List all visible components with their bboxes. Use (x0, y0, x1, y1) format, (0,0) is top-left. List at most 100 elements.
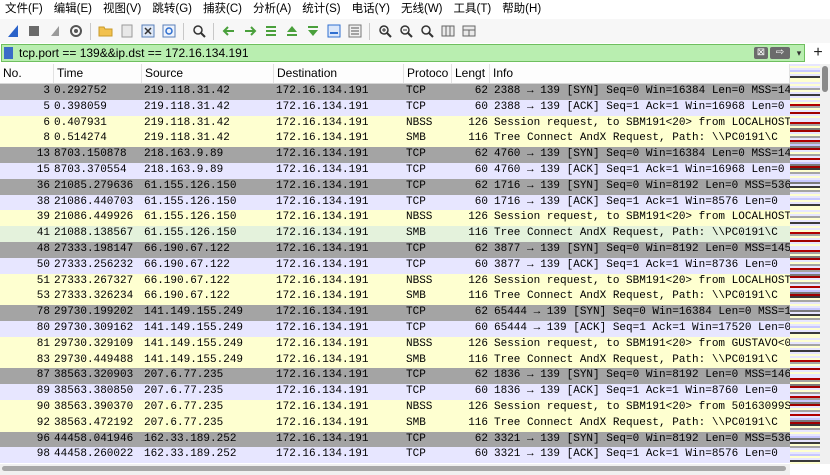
shark-fin-start-icon[interactable] (4, 23, 21, 40)
packet-length: 116 (468, 353, 488, 366)
menu-item[interactable]: 电话(Y) (347, 0, 396, 19)
packet-row[interactable]: 78 29730.199202 141.149.155.249 172.16.134.… (0, 305, 790, 321)
resize-columns-icon[interactable] (439, 23, 456, 40)
column-protocol[interactable]: Protoco (404, 64, 452, 83)
restart-icon[interactable] (46, 23, 63, 40)
packet-minimap[interactable] (790, 64, 820, 464)
packet-info: Tree Connect AndX Request, Path: \\PC019… (494, 416, 778, 429)
packet-info: 3877 → 139 [SYN] Seq=0 Win=8192 Len=0 MS… (494, 242, 790, 255)
packet-no: 48 (36, 242, 50, 255)
add-filter-button[interactable]: + (810, 43, 826, 63)
zoom-normal-icon[interactable] (418, 23, 435, 40)
packet-row[interactable]: 3 0.292752 219.118.31.42 172.16.134.191 TCP 6… (0, 84, 790, 100)
packet-info: Tree Connect AndX Request, Path: \\PC019… (494, 132, 778, 145)
horizontal-scroll-thumb[interactable] (2, 466, 786, 471)
packet-row[interactable]: 81 29730.329109 141.149.155.249 172.16.134.… (0, 336, 790, 353)
last-packet-icon[interactable] (304, 23, 321, 40)
column-length[interactable]: Lengt (452, 64, 490, 83)
packet-destination: 172.16.134.191 (276, 258, 369, 271)
packet-row[interactable]: 90 38563.390370 207.6.77.235 172.16.134.191… (0, 399, 790, 416)
column-info[interactable]: Info (490, 64, 790, 83)
packet-info: 65444 → 139 [ACK] Seq=1 Ack=1 Win=17520 … (494, 321, 790, 334)
autoscroll-icon[interactable] (325, 23, 342, 40)
filter-bookmark-icon[interactable] (4, 47, 13, 59)
apply-filter-button[interactable]: ⇨ (770, 47, 790, 59)
packet-length: 62 (474, 432, 488, 445)
go-to-packet-icon[interactable] (262, 23, 279, 40)
menu-item[interactable]: 无线(W) (396, 0, 449, 19)
packet-row[interactable]: 96 44458.041946 162.33.189.252 172.16.134.1… (0, 431, 790, 448)
packet-info: 3321 → 139 [SYN] Seq=0 Win=8192 Len=0 MS… (494, 432, 790, 445)
packet-info: 1716 → 139 [SYN] Seq=0 Win=8192 Len=0 MS… (494, 179, 790, 192)
packet-no: 53 (36, 290, 50, 303)
packet-no: 92 (36, 416, 50, 429)
packet-no: 96 (36, 432, 50, 445)
packet-time: 0.514274 (54, 132, 107, 145)
packet-info: Tree Connect AndX Request, Path: \\PC019… (494, 290, 778, 303)
packet-row[interactable]: 83 29730.449488 141.149.155.249 172.16.134.… (0, 352, 790, 369)
packet-row[interactable]: 87 38563.320903 207.6.77.235 172.16.134.191… (0, 368, 790, 385)
packet-row[interactable]: 89 38563.380850 207.6.77.235 172.16.134.191… (0, 384, 790, 400)
reload-icon[interactable] (160, 23, 177, 40)
menu-item[interactable]: 捕获(C) (198, 0, 248, 19)
packet-row[interactable]: 36 21085.279636 61.155.126.150 172.16.134.1… (0, 178, 790, 195)
menu-item[interactable]: 帮助(H) (497, 0, 547, 19)
colorize-icon[interactable] (346, 23, 363, 40)
column-destination[interactable]: Destination (274, 64, 404, 83)
column-source[interactable]: Source (142, 64, 274, 83)
vertical-scroll-thumb[interactable] (822, 66, 828, 92)
packet-no: 5 (43, 100, 50, 113)
open-folder-icon[interactable] (97, 23, 114, 40)
column-time[interactable]: Time (54, 64, 142, 83)
packet-row[interactable]: 41 21088.138567 61.155.126.150 172.16.134.1… (0, 226, 790, 242)
packet-row[interactable]: 38 21086.440703 61.155.126.150 172.16.134.1… (0, 194, 790, 211)
menu-item[interactable]: 文件(F) (0, 0, 49, 19)
menu-item[interactable]: 跳转(G) (147, 0, 198, 19)
layout-icon[interactable] (460, 23, 477, 40)
packet-source: 141.149.155.249 (144, 353, 244, 366)
forward-arrow-icon[interactable] (241, 23, 258, 40)
packet-row[interactable]: 53 27333.326234 66.190.67.122 172.16.134.19… (0, 289, 790, 306)
display-filter-input[interactable]: tcp.port == 139&&ip.dst == 172.16.134.19… (1, 44, 805, 62)
zoom-out-icon[interactable] (397, 23, 414, 40)
packet-time: 38563.390370 (54, 400, 134, 413)
packet-protocol: NBSS (406, 274, 433, 287)
packet-row[interactable]: 5 0.398059 219.118.31.42 172.16.134.191 TCP 6… (0, 99, 790, 116)
filter-history-dropdown[interactable]: ▾ (794, 47, 804, 59)
packet-row[interactable]: 8 0.514274 219.118.31.42 172.16.134.191 SMB 1… (0, 131, 790, 148)
packet-row[interactable]: 6 0.407931 219.118.31.42 172.16.134.191 NBSS… (0, 115, 790, 132)
menu-item[interactable]: 工具(T) (449, 0, 498, 19)
packet-row[interactable]: 80 29730.309162 141.149.155.249 172.16.134.… (0, 320, 790, 337)
zoom-in-icon[interactable] (376, 23, 393, 40)
stop-icon[interactable] (25, 23, 42, 40)
packet-protocol: TCP (406, 100, 426, 113)
packet-row[interactable]: 98 44458.260022 162.33.189.252 172.16.134.1… (0, 447, 790, 464)
packet-row[interactable]: 13 8703.150878 218.163.9.89 172.16.134.191 T… (0, 147, 790, 163)
column-no[interactable]: No. (0, 64, 54, 83)
filter-text[interactable]: tcp.port == 139&&ip.dst == 172.16.134.19… (19, 45, 249, 61)
clear-filter-button[interactable]: ⊠ (754, 47, 768, 59)
menu-item[interactable]: 视图(V) (98, 0, 147, 19)
packet-protocol: TCP (406, 432, 426, 445)
packet-row[interactable]: 48 27333.198147 66.190.67.122 172.16.134.19… (0, 241, 790, 258)
toolbar-separator (90, 22, 91, 40)
packet-row[interactable]: 39 21086.449926 61.155.126.150 172.16.134.1… (0, 210, 790, 227)
packet-protocol: SMB (406, 416, 426, 429)
save-file-icon[interactable] (118, 23, 135, 40)
options-gear-icon[interactable] (67, 23, 84, 40)
packet-row[interactable]: 50 27333.256232 66.190.67.122 172.16.134.19… (0, 257, 790, 274)
menu-item[interactable]: 编辑(E) (49, 0, 98, 19)
first-packet-icon[interactable] (283, 23, 300, 40)
menu-item[interactable]: 统计(S) (297, 0, 346, 19)
packet-source: 162.33.189.252 (144, 432, 237, 445)
packet-row[interactable]: 51 27333.267327 66.190.67.122 172.16.134.19… (0, 273, 790, 290)
packet-row[interactable]: 92 38563.472192 207.6.77.235 172.16.134.191… (0, 415, 790, 432)
packet-info: 1836 → 139 [ACK] Seq=1 Ack=1 Win=8760 Le… (494, 385, 778, 398)
close-file-icon[interactable] (139, 23, 156, 40)
find-icon[interactable] (190, 23, 207, 40)
packet-destination: 172.16.134.191 (276, 400, 369, 413)
menu-item[interactable]: 分析(A) (248, 0, 297, 19)
packet-destination: 172.16.134.191 (276, 211, 369, 224)
back-arrow-icon[interactable] (220, 23, 237, 40)
packet-row[interactable]: 15 8703.370554 218.163.9.89 172.16.134.191 T… (0, 162, 790, 179)
